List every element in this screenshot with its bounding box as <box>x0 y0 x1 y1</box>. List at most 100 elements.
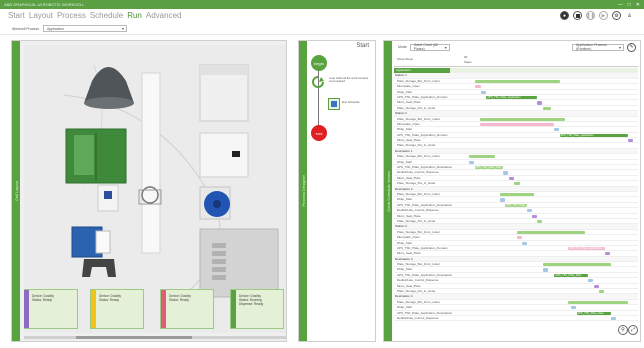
cell-layout-strip[interactable]: Cell Layout <box>12 41 20 341</box>
gantt-bar[interactable] <box>500 198 506 202</box>
gantt-row-label: Destination 2 <box>395 186 413 191</box>
minimize-button[interactable]: — <box>618 2 623 8</box>
gantt-bar[interactable] <box>469 160 475 164</box>
gantt-bar[interactable] <box>542 106 551 110</box>
gantt-bar[interactable] <box>517 236 523 240</box>
device-card[interactable]: Device: Dosibly Status: Ready <box>24 289 78 329</box>
gantt-bar[interactable] <box>503 171 509 175</box>
gantt-row-label: Micro_Seal_Plate <box>397 100 421 105</box>
pause-icon[interactable]: ❚❚ <box>586 11 595 20</box>
gantt-bar[interactable] <box>542 268 548 272</box>
gantt-bar[interactable] <box>500 192 534 197</box>
window-title: ABB GRAPHICAL-UI ROBOTIC WORKCELL <box>4 2 85 7</box>
gantt-bar[interactable] <box>513 182 521 186</box>
gantt-task-row[interactable]: Redistribute_Control_Dispense <box>394 316 638 322</box>
user-icon[interactable]: ♙ <box>625 11 634 20</box>
gantt-row-label: APS_TSK_Plate_Application_Domain <box>397 94 448 99</box>
gantt-row-label: Redistribute_Control_Dispense <box>397 278 439 283</box>
gantt-row-label: Wrap_Start <box>397 240 413 245</box>
device-card[interactable]: Device: Dosibly Status: Ready <box>160 289 214 329</box>
zoom-icon[interactable]: ⚲ <box>618 325 628 335</box>
device-card[interactable]: Device: Dosibly Status: Ready <box>90 289 144 329</box>
gantt-row-label: APS_TSK_Plate_Application_Destination <box>397 310 453 315</box>
edit-icon[interactable]: ✎ <box>627 42 636 52</box>
filter-select[interactable]: Application Process (Runtime) <box>572 43 624 51</box>
record-icon[interactable]: ● <box>560 11 569 20</box>
gantt-bar[interactable] <box>527 209 533 213</box>
menu-layout[interactable]: Layout <box>29 11 53 20</box>
time-header: 00 <box>464 55 468 59</box>
gantt-row-label: Micro_Seal_Plate <box>397 213 421 218</box>
gantt-row-label: Plate_Storage_Bot_From_Hotel <box>397 78 440 83</box>
gantt-row-label: Destination 1 <box>395 148 413 153</box>
gantt-bar[interactable] <box>593 284 599 288</box>
gantt-bar[interactable] <box>469 155 495 159</box>
gantt-bar[interactable] <box>508 176 514 180</box>
gantt-row-label: Redistribute_Control_Dispense <box>397 170 439 175</box>
gantt-bar[interactable] <box>598 290 604 294</box>
gantt-row-label: Plate_Storage_Bot_From_Hotel <box>397 154 440 159</box>
gantt-bar[interactable] <box>537 101 543 105</box>
gantt-bar[interactable] <box>479 117 565 121</box>
gantt-row-label: Microplate_Open <box>397 84 420 89</box>
layout-scrollbar[interactable] <box>24 336 286 339</box>
menu-schedule[interactable]: Schedule <box>90 11 123 20</box>
gantt-row-label: Plate_Storage_Put_In_Hotel <box>397 105 436 110</box>
gantt-bar[interactable] <box>481 90 487 94</box>
maximize-button[interactable]: □ <box>628 2 631 8</box>
workspace-select[interactable]: Application <box>42 25 127 32</box>
gantt-bar[interactable]: APS_TSK_Plate_Dest <box>576 311 611 315</box>
menu-start[interactable]: Start <box>8 11 25 20</box>
show-steps-label: Show Steps <box>397 57 414 61</box>
close-button[interactable]: ✕ <box>636 2 640 8</box>
begin-node[interactable]: begin <box>311 55 327 71</box>
gantt-bar[interactable] <box>474 85 482 89</box>
menu-advanced[interactable]: Advanced <box>146 11 182 20</box>
fit-icon[interactable]: ⤢ <box>628 325 638 335</box>
gantt-bar[interactable] <box>588 279 594 283</box>
gantt-row-label: Destination 3 <box>395 256 413 261</box>
gantt-strip[interactable]: Gantt Schedule Viewer <box>384 41 392 341</box>
gantt-bar[interactable] <box>605 252 611 256</box>
gantt-bar[interactable] <box>532 214 538 218</box>
gantt-bar[interactable] <box>610 316 616 321</box>
gantt-bar[interactable] <box>627 139 633 143</box>
mode-select[interactable]: Gantt Chart (All Plates) <box>409 43 450 51</box>
gantt-bar[interactable] <box>554 128 560 132</box>
gantt-bar[interactable] <box>479 122 555 127</box>
gantt-row-label: Plate_Storage_Bot_From_Hotel <box>397 299 440 304</box>
schedule-icon <box>331 101 337 107</box>
gantt-bar[interactable]: APS_TSK_Plate_Dest <box>505 203 528 207</box>
menu-process[interactable]: Process <box>57 11 86 20</box>
workspace-bar: Workcell Process Application <box>0 23 644 35</box>
gantt-bar[interactable] <box>537 219 543 224</box>
gantt-row-label: APS_TSK_Plate_Application_Domain <box>397 132 448 137</box>
gantt-bar[interactable] <box>522 241 528 245</box>
layout-scroll-thumb[interactable] <box>76 336 192 339</box>
filter-select-value: Application Process (Runtime) <box>576 43 607 51</box>
gantt-bar[interactable] <box>474 79 560 83</box>
settings-icon[interactable]: ⚙ <box>612 11 621 20</box>
device-card[interactable]: Device: Dosibly Status: Running Dispense: … <box>230 289 284 329</box>
menu-run[interactable]: Run <box>127 11 142 20</box>
gantt-row-label: Microplate_Open <box>397 121 420 126</box>
gantt-bar[interactable]: APS_TSK_Plate_Dest <box>474 166 504 170</box>
gantt-row-label: Wrap_Start <box>397 305 413 310</box>
gantt-bar[interactable]: APS_TSK_Plate_Application <box>559 133 628 137</box>
gantt-bar[interactable] <box>571 306 577 310</box>
gantt-bar[interactable]: APS_TSK_Plate_Application <box>568 246 606 251</box>
task-box[interactable] <box>328 98 340 110</box>
gantt-bar[interactable] <box>568 300 628 304</box>
run-controls: ● ❚❚ ▶ ⚙ ♙ <box>560 11 634 20</box>
play-icon[interactable]: ▶ <box>599 11 608 20</box>
gantt-bar[interactable] <box>517 230 585 234</box>
loop-icon[interactable] <box>311 75 325 89</box>
gantt-bar[interactable]: APS_TSK_Plate_Application <box>486 95 538 100</box>
gantt-bar[interactable]: APS_TSK_Plate_Dest <box>554 273 589 278</box>
gantt-bar[interactable] <box>542 263 611 267</box>
stop-icon[interactable] <box>573 11 582 20</box>
process-strip[interactable]: Process Designer <box>299 41 307 341</box>
end-node[interactable]: end <box>311 125 327 141</box>
gantt-toolbar: Mode Gantt Chart (All Plates) Applicatio… <box>394 42 640 52</box>
gantt-row-label: Station 2 <box>395 111 407 116</box>
